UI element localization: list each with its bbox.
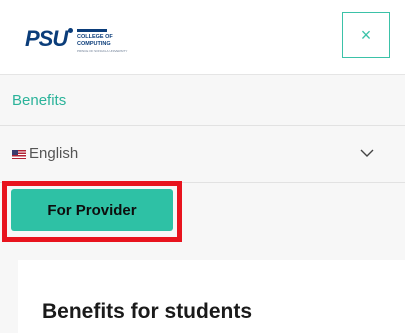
logo-dot: [68, 28, 73, 33]
close-icon: ×: [360, 24, 372, 45]
language-label: English: [29, 145, 79, 162]
logo-mark: PSU: [25, 26, 68, 51]
logo-bar: [77, 29, 107, 32]
us-flag-icon: [12, 150, 26, 159]
chevron-down-icon: [360, 149, 374, 157]
psu-college-of-computing-logo[interactable]: PSU COLLEGE OF COMPUTING PRINCE OF SONGK…: [25, 22, 145, 62]
for-provider-button[interactable]: For Provider: [11, 189, 173, 231]
language-selector[interactable]: English: [0, 126, 405, 183]
for-provider-label: For Provider: [47, 201, 137, 219]
logo-line-1: COLLEGE OF: [77, 34, 113, 40]
logo-line-3: PRINCE OF SONGKLA UNIVERSITY: [77, 49, 128, 53]
benefits-card: Benefits for students: [18, 260, 405, 333]
close-menu-button[interactable]: ×: [342, 12, 390, 58]
card-title: Benefits for students: [42, 300, 253, 323]
nav-item-benefits-label: Benefits: [12, 92, 67, 109]
logo-line-2: COMPUTING: [77, 41, 111, 47]
nav-item-benefits[interactable]: Benefits: [0, 74, 405, 126]
top-bar: PSU COLLEGE OF COMPUTING PRINCE OF SONGK…: [0, 0, 405, 74]
